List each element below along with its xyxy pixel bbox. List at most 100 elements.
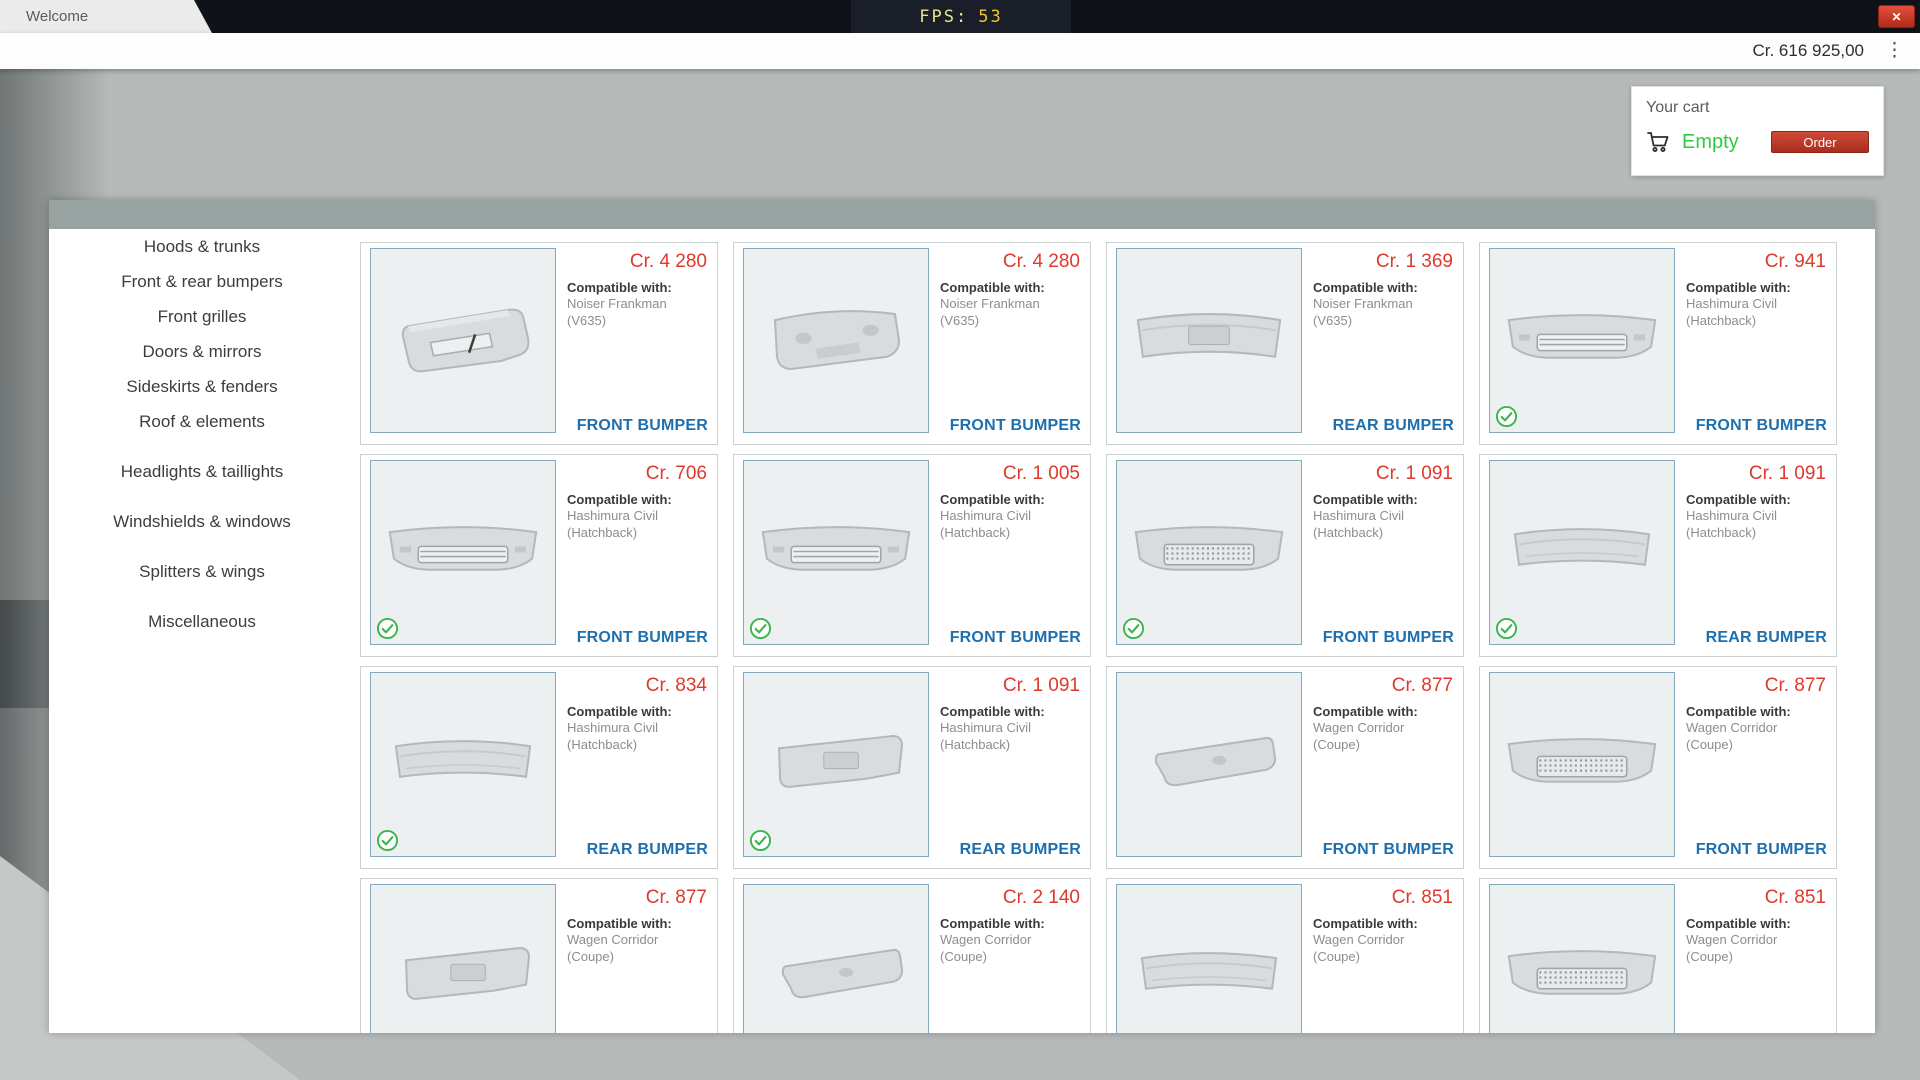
sidebar-item-windshields-windows[interactable]: Windshields & windows — [49, 504, 355, 539]
compatible-label: Compatible with: — [1313, 704, 1418, 719]
tab-welcome[interactable]: Welcome — [0, 0, 212, 33]
part-type-label: FRONT BUMPER — [1696, 417, 1827, 435]
owned-check-icon — [1495, 617, 1518, 640]
product-image — [743, 460, 929, 645]
compatible-label: Compatible with: — [567, 280, 672, 295]
card-price: Cr. 1 091 — [1749, 463, 1826, 485]
product-image — [1116, 248, 1302, 433]
owned-check-icon — [749, 617, 772, 640]
part-type-label: FRONT BUMPER — [577, 417, 708, 435]
compatible-label: Compatible with: — [940, 492, 1045, 507]
sidebar-item-label: Headlights & taillights — [121, 462, 284, 481]
product-card[interactable]: Cr. 1 091 Compatible with: Hashimura Civ… — [1479, 454, 1837, 657]
product-image — [370, 460, 556, 645]
fps-label: FPS: — [919, 7, 968, 27]
product-image — [1116, 884, 1302, 1033]
compatible-value: Hashimura Civil (Hatchback) — [1686, 508, 1827, 542]
card-price: Cr. 877 — [646, 887, 707, 909]
bumper-render-icon — [1490, 673, 1674, 856]
cart-panel: Your cart Empty Order — [1631, 86, 1884, 176]
owned-check-icon — [1122, 617, 1145, 640]
sidebar-item-sideskirts-fenders[interactable]: Sideskirts & fenders — [49, 369, 355, 404]
close-button[interactable]: ✕ — [1878, 5, 1915, 28]
product-image — [1489, 460, 1675, 645]
compatible-value: Wagen Corridor (Coupe) — [1313, 720, 1454, 754]
sidebar-item-roof-elements[interactable]: Roof & elements — [49, 404, 355, 439]
product-image — [370, 672, 556, 857]
compatible-label: Compatible with: — [567, 916, 672, 931]
bumper-render-icon — [1117, 885, 1301, 1033]
sidebar-item-front-rear-bumpers[interactable]: Front & rear bumpers — [49, 264, 355, 299]
compatible-label: Compatible with: — [940, 916, 1045, 931]
product-image — [743, 884, 929, 1033]
card-price: Cr. 877 — [1392, 675, 1453, 697]
owned-check-icon — [749, 829, 772, 852]
part-type-label: FRONT BUMPER — [1323, 629, 1454, 647]
compatible-value: Noiser Frankman (V635) — [567, 296, 708, 330]
compatible-value: Noiser Frankman (V635) — [1313, 296, 1454, 330]
product-card[interactable]: Cr. 834 Compatible with: Hashimura Civil… — [360, 666, 718, 869]
product-card[interactable]: Cr. 877 Compatible with: Wagen Corridor … — [360, 878, 718, 1033]
kebab-menu-icon[interactable]: ⋮ — [1885, 33, 1904, 69]
sidebar-item-miscellaneous[interactable]: Miscellaneous — [49, 604, 355, 639]
product-card[interactable]: Cr. 1 369 Compatible with: Noiser Frankm… — [1106, 242, 1464, 445]
card-price: Cr. 1 005 — [1003, 463, 1080, 485]
product-image — [1116, 672, 1302, 857]
compatible-value: Wagen Corridor (Coupe) — [940, 932, 1081, 966]
balance-text: Cr. 616 925,00 — [1752, 33, 1864, 69]
product-card[interactable]: Cr. 4 280 Compatible with: Noiser Frankm… — [360, 242, 718, 445]
bumper-render-icon — [744, 249, 928, 432]
sidebar-item-front-grilles[interactable]: Front grilles — [49, 299, 355, 334]
product-card[interactable]: Cr. 851 Compatible with: Wagen Corridor … — [1479, 878, 1837, 1033]
owned-check-icon — [376, 617, 399, 640]
product-card[interactable]: Cr. 941 Compatible with: Hashimura Civil… — [1479, 242, 1837, 445]
product-card[interactable]: Cr. 706 Compatible with: Hashimura Civil… — [360, 454, 718, 657]
part-type-label: FRONT BUMPER — [1696, 841, 1827, 859]
compatible-label: Compatible with: — [567, 492, 672, 507]
owned-check-icon — [1495, 405, 1518, 428]
product-card[interactable]: Cr. 851 Compatible with: Wagen Corridor … — [1106, 878, 1464, 1033]
product-card[interactable]: Cr. 2 140 Compatible with: Wagen Corrido… — [733, 878, 1091, 1033]
product-image — [1489, 672, 1675, 857]
product-image — [1489, 248, 1675, 433]
card-price: Cr. 1 369 — [1376, 251, 1453, 273]
card-price: Cr. 877 — [1765, 675, 1826, 697]
compatible-value: Hashimura Civil (Hatchback) — [940, 508, 1081, 542]
sidebar-item-label: Doors & mirrors — [142, 342, 261, 361]
sidebar-item-label: Front & rear bumpers — [121, 272, 283, 291]
cart-title: Your cart — [1646, 99, 1869, 117]
compatible-value: Hashimura Civil (Hatchback) — [567, 720, 708, 754]
owned-check-icon — [376, 829, 399, 852]
bumper-render-icon — [371, 885, 555, 1033]
top-bar: Welcome FPS: 53 ✕ — [0, 0, 1920, 33]
card-price: Cr. 1 091 — [1376, 463, 1453, 485]
compatible-label: Compatible with: — [1686, 916, 1791, 931]
product-card[interactable]: Cr. 1 091 Compatible with: Hashimura Civ… — [1106, 454, 1464, 657]
order-button[interactable]: Order — [1771, 131, 1869, 153]
product-grid: Cr. 4 280 Compatible with: Noiser Frankm… — [360, 242, 1837, 1033]
compatible-label: Compatible with: — [1686, 492, 1791, 507]
product-image — [743, 672, 929, 857]
sidebar-item-hoods-trunks[interactable]: Hoods & trunks — [49, 229, 355, 264]
compatible-label: Compatible with: — [1686, 704, 1791, 719]
compatible-value: Wagen Corridor (Coupe) — [1686, 932, 1827, 966]
sidebar-item-headlights-taillights[interactable]: Headlights & taillights — [49, 454, 355, 489]
sidebar-item-doors-mirrors[interactable]: Doors & mirrors — [49, 334, 355, 369]
sidebar-item-splitters-wings[interactable]: Splitters & wings — [49, 554, 355, 589]
panel-header-strip — [49, 200, 1875, 229]
part-type-label: FRONT BUMPER — [1323, 841, 1454, 859]
product-card[interactable]: Cr. 1 091 Compatible with: Hashimura Civ… — [733, 666, 1091, 869]
product-card[interactable]: Cr. 877 Compatible with: Wagen Corridor … — [1106, 666, 1464, 869]
compatible-value: Hashimura Civil (Hatchback) — [940, 720, 1081, 754]
product-card[interactable]: Cr. 1 005 Compatible with: Hashimura Civ… — [733, 454, 1091, 657]
card-price: Cr. 2 140 — [1003, 887, 1080, 909]
part-type-label: REAR BUMPER — [960, 841, 1081, 859]
sidebar-item-label: Roof & elements — [139, 412, 265, 431]
compatible-value: Noiser Frankman (V635) — [940, 296, 1081, 330]
product-card[interactable]: Cr. 877 Compatible with: Wagen Corridor … — [1479, 666, 1837, 869]
cart-status: Empty — [1682, 131, 1739, 154]
sidebar-item-label: Sideskirts & fenders — [126, 377, 277, 396]
header-bar: Cr. 616 925,00 ⋮ — [0, 33, 1920, 69]
compatible-label: Compatible with: — [1313, 280, 1418, 295]
product-card[interactable]: Cr. 4 280 Compatible with: Noiser Frankm… — [733, 242, 1091, 445]
